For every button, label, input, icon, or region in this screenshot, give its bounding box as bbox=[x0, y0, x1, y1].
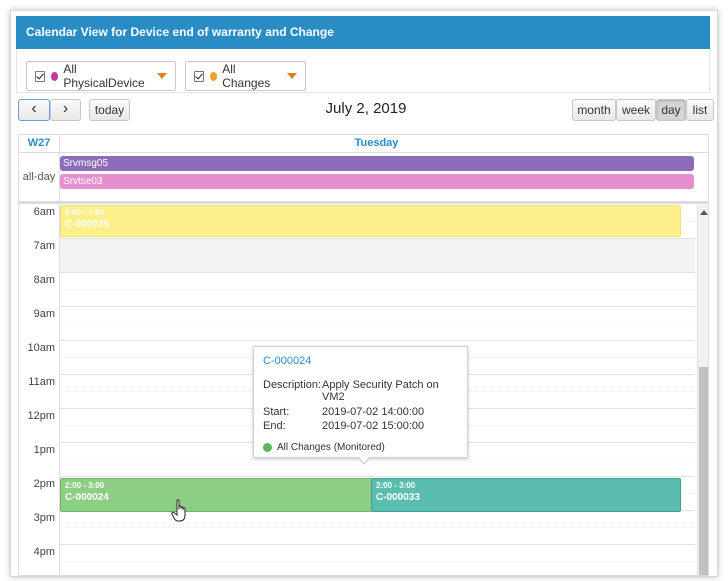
window-title: Calendar View for Device end of warranty… bbox=[16, 16, 710, 49]
color-dot-icon bbox=[50, 71, 59, 81]
view-week-button[interactable]: week bbox=[616, 99, 656, 121]
half-hour-line bbox=[59, 289, 695, 290]
filter-label: All PhysicalDevice bbox=[63, 62, 145, 90]
hour-label: 10am bbox=[27, 342, 55, 354]
hour-label: 6am bbox=[33, 206, 55, 218]
filter-physical-device[interactable]: All PhysicalDevice bbox=[26, 61, 176, 91]
day-header[interactable]: Tuesday bbox=[59, 135, 694, 152]
today-button[interactable]: today bbox=[89, 99, 130, 121]
description-label: Description: bbox=[263, 379, 322, 391]
hour-label: 1pm bbox=[33, 444, 55, 456]
dropdown-caret-icon[interactable] bbox=[156, 73, 167, 79]
legend-dot-icon bbox=[263, 443, 272, 452]
event-name: C-000025 bbox=[65, 219, 109, 230]
view-day-button[interactable]: day bbox=[656, 99, 686, 121]
start-value: 2019-07-02 14:00:00 bbox=[322, 406, 425, 418]
checkbox-icon[interactable] bbox=[35, 70, 45, 82]
hour-label: 3pm bbox=[33, 512, 55, 524]
end-value: 2019-07-02 15:00:00 bbox=[322, 420, 425, 432]
all-day-row: all-day Srvmsg05 Srvtse03 bbox=[19, 153, 708, 204]
event-time: 2:00 - 3:00 bbox=[376, 481, 416, 490]
end-label: End: bbox=[263, 420, 286, 432]
hour-line bbox=[59, 340, 695, 341]
filter-label: All Changes bbox=[222, 62, 271, 90]
legend-label: All Changes (Monitored) bbox=[277, 442, 385, 453]
event-c-000025[interactable]: 6:00 - 7:00 C-000025 bbox=[60, 205, 681, 237]
checkbox-icon[interactable] bbox=[194, 70, 204, 82]
scroll-up-icon[interactable] bbox=[700, 210, 708, 215]
prev-button[interactable]: ‹ bbox=[18, 99, 50, 121]
event-c-000024[interactable]: 2:00 - 3:00 C-000024 bbox=[60, 478, 372, 512]
hand-cursor-icon bbox=[171, 499, 186, 522]
hour-label: 12pm bbox=[27, 410, 55, 422]
all-day-event[interactable]: Srvtse03 bbox=[60, 174, 694, 189]
popup-legend: All Changes (Monitored) bbox=[263, 442, 385, 453]
event-time: 6:00 - 7:00 bbox=[65, 208, 105, 217]
hour-label: 9am bbox=[33, 308, 55, 320]
half-hour-line bbox=[59, 459, 695, 460]
event-popup: C-000024 Description: Apply Security Pat… bbox=[253, 346, 468, 458]
event-c-000033[interactable]: 2:00 - 3:00 C-000033 bbox=[371, 478, 681, 512]
scrollbar-thumb[interactable] bbox=[699, 367, 708, 575]
event-name: C-000033 bbox=[376, 492, 420, 503]
hour-line bbox=[59, 272, 695, 273]
half-hour-line bbox=[59, 561, 695, 562]
start-label: Start: bbox=[263, 406, 290, 418]
hour-label: 2pm bbox=[33, 478, 55, 490]
hour-line bbox=[59, 476, 695, 477]
hour-label: 7am bbox=[33, 240, 55, 252]
hour-label: 4pm bbox=[33, 546, 55, 558]
description-value: Apply Security Patch on VM2 bbox=[322, 379, 439, 403]
dropdown-caret-icon[interactable] bbox=[286, 73, 297, 79]
hour-line bbox=[59, 544, 695, 545]
view-month-button[interactable]: month bbox=[572, 99, 616, 121]
half-hour-line bbox=[59, 323, 695, 324]
half-hour-line bbox=[59, 527, 695, 528]
next-button[interactable]: › bbox=[50, 99, 81, 121]
filter-bar: All PhysicalDevice All Changes bbox=[16, 49, 710, 93]
filter-changes[interactable]: All Changes bbox=[185, 61, 306, 91]
view-list-button[interactable]: list bbox=[686, 99, 714, 121]
vertical-scrollbar[interactable] bbox=[697, 205, 708, 575]
hour-line bbox=[59, 306, 695, 307]
calendar-window: Calendar View for Device end of warranty… bbox=[10, 10, 718, 577]
color-dot-icon bbox=[209, 71, 218, 81]
non-business-hours bbox=[60, 239, 695, 272]
event-time: 2:00 - 3:00 bbox=[65, 481, 105, 490]
day-header-row: W27 Tuesday bbox=[19, 135, 708, 153]
popup-pointer bbox=[358, 457, 370, 465]
hour-label: 11am bbox=[28, 376, 55, 388]
all-day-event[interactable]: Srvmsg05 bbox=[60, 156, 694, 171]
hour-label: 8am bbox=[33, 274, 55, 286]
date-title: July 2, 2019 bbox=[325, 100, 407, 117]
week-number[interactable]: W27 bbox=[19, 135, 60, 152]
popup-title[interactable]: C-000024 bbox=[263, 355, 311, 367]
event-name: C-000024 bbox=[65, 492, 109, 503]
all-day-label: all-day bbox=[19, 153, 60, 201]
